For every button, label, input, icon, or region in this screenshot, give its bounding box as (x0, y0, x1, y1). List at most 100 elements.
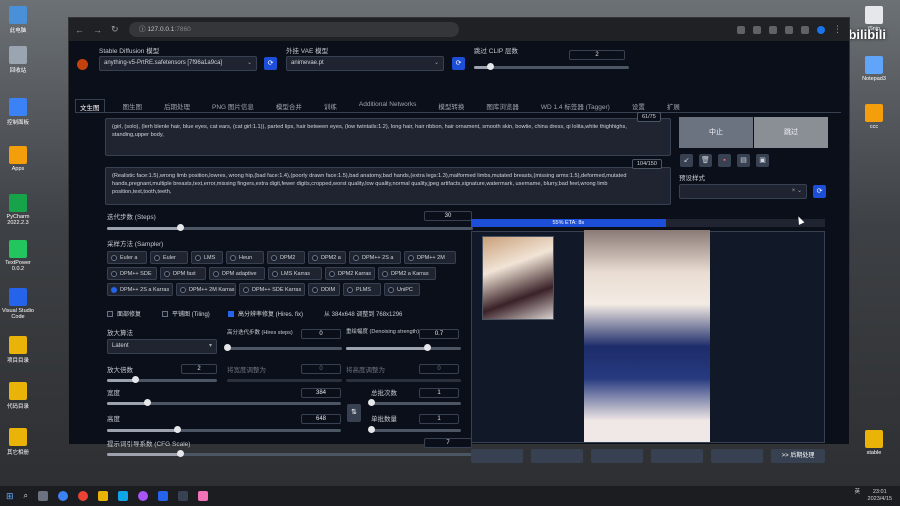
slider-knob[interactable] (368, 399, 375, 406)
radio-button[interactable] (271, 254, 277, 261)
sampler-option[interactable]: DDIM (308, 283, 340, 296)
radio-button[interactable] (111, 286, 117, 293)
tab-6[interactable]: Additional Networks (355, 99, 420, 112)
radio-button[interactable] (111, 270, 117, 277)
desktop-icon[interactable]: TextPower 0.0.2 (0, 240, 36, 272)
batch-count-slider[interactable] (368, 399, 461, 406)
face-restore-checkbox[interactable]: 面部修复 (107, 309, 141, 318)
extension-icon[interactable] (785, 25, 793, 34)
desktop-icon[interactable]: 代码目录 (0, 382, 36, 410)
slider-knob[interactable] (368, 426, 375, 433)
refresh-model-button[interactable]: ⟳ (264, 57, 277, 70)
preview-image[interactable] (584, 230, 710, 442)
tab-1[interactable]: 图生图 (119, 99, 147, 112)
extra-networks-icon[interactable]: ▪ (718, 154, 731, 167)
result-thumbnail[interactable] (482, 236, 554, 320)
slider-knob[interactable] (143, 399, 151, 406)
tab-5[interactable]: 训练 (320, 99, 341, 112)
sampler-option[interactable]: Euler a (107, 251, 147, 264)
steps-value[interactable]: 30 (424, 211, 472, 221)
back-icon[interactable]: ← (75, 25, 85, 35)
tab-10[interactable]: 设置 (628, 99, 649, 112)
skip-button[interactable]: 跳过 (754, 117, 828, 148)
app-icon[interactable] (178, 491, 189, 501)
radio-button[interactable] (382, 270, 388, 277)
chrome-icon[interactable] (78, 491, 89, 501)
tab-2[interactable]: 后期处理 (160, 99, 194, 112)
checkbox-box[interactable] (228, 310, 234, 317)
model-select[interactable]: anything-v5-PrtRE.safetensors [7f96a1a9c… (99, 56, 257, 71)
sampler-option[interactable]: DPM++ 2M (404, 251, 456, 264)
sampler-option[interactable]: PLMS (343, 283, 381, 296)
desktop-icon[interactable]: PyCharm 2022.2.3 (0, 194, 36, 226)
sampler-option[interactable]: LMS Karras (268, 267, 322, 280)
trash-icon[interactable]: 🗑 (699, 154, 712, 167)
height-slider[interactable] (107, 426, 341, 433)
extension-icon[interactable] (753, 25, 761, 34)
sampler-option[interactable]: DPM++ SDE (107, 267, 157, 280)
gallery-action-button[interactable] (651, 449, 703, 463)
hires-steps-slider[interactable] (224, 344, 342, 351)
denoise-value[interactable]: 0.7 (419, 329, 459, 339)
desktop-icon[interactable]: 项目目录 (0, 336, 36, 364)
read-params-icon[interactable]: ↙ (680, 154, 693, 167)
radio-button[interactable] (312, 254, 318, 261)
denoise-slider[interactable] (346, 344, 461, 351)
resize-height-slider[interactable] (346, 379, 461, 382)
save-style-icon[interactable]: ▣ (756, 154, 769, 167)
windows-start-icon[interactable]: ⊞ (6, 491, 14, 502)
radio-button[interactable] (164, 270, 170, 277)
clipboard-icon[interactable]: ▤ (737, 154, 750, 167)
cfg-value[interactable]: 7 (424, 438, 472, 448)
checkbox-box[interactable] (162, 310, 168, 317)
desktop-icon[interactable]: 其它相册 (0, 428, 36, 456)
sampler-option[interactable]: Heun (226, 251, 264, 264)
system-tray[interactable]: 英 23:01 2023/4/15 (854, 489, 892, 503)
cfg-slider[interactable] (107, 450, 473, 457)
hires-fix-checkbox[interactable]: 高分辨率修复 (Hires. fix) (228, 309, 303, 318)
app-icon[interactable] (198, 491, 209, 501)
desktop-icon[interactable]: Visual Studio Code (0, 288, 36, 320)
tab-3[interactable]: PNG 图片信息 (208, 99, 258, 112)
mail-icon[interactable] (118, 491, 129, 501)
desktop-icon[interactable]: stable (856, 430, 892, 456)
tab-4[interactable]: 模型合并 (272, 99, 306, 112)
radio-button[interactable] (353, 254, 359, 261)
sampler-option[interactable]: UniPC (384, 283, 420, 296)
resize-width-value[interactable]: 0 (301, 364, 341, 374)
vscode-icon[interactable] (158, 491, 169, 501)
radio-button[interactable] (388, 286, 394, 293)
search-icon[interactable]: ⌕ (24, 491, 28, 501)
apply-style-button[interactable]: ⟳ (813, 185, 826, 198)
menu-icon[interactable]: ⋮ (833, 24, 843, 35)
slider-knob[interactable] (177, 450, 185, 457)
sampler-option[interactable]: Euler (150, 251, 188, 264)
sampler-option[interactable]: LMS (191, 251, 223, 264)
address-bar[interactable]: ⓘ 127.0.0.1:7860 (129, 22, 459, 37)
style-select[interactable]: × ⌄ (679, 184, 807, 199)
radio-button[interactable] (312, 286, 318, 293)
input-language[interactable]: 英 (854, 489, 860, 495)
scale-slider[interactable] (107, 376, 217, 383)
clip-slider[interactable] (474, 63, 629, 70)
desktop-icon[interactable]: 回收站 (0, 46, 36, 74)
desktop-icon[interactable]: 此电脑 (0, 6, 36, 34)
tab-11[interactable]: 扩展 (663, 99, 684, 112)
desktop-icon[interactable]: Notepad3 (856, 56, 892, 82)
swap-icon[interactable]: ⇅ (347, 404, 361, 422)
radio-button[interactable] (329, 270, 335, 277)
slider-knob[interactable] (131, 376, 139, 383)
slider-knob[interactable] (224, 344, 231, 351)
batch-count-value[interactable]: 1 (419, 388, 459, 398)
height-value[interactable]: 648 (301, 414, 341, 424)
tab-8[interactable]: 图库浏览器 (482, 99, 523, 112)
edge-icon[interactable] (58, 491, 69, 501)
radio-button[interactable] (243, 286, 249, 293)
width-value[interactable]: 384 (301, 388, 341, 398)
slider-knob[interactable] (486, 63, 494, 70)
hires-steps-value[interactable]: 0 (301, 329, 341, 339)
sampler-option[interactable]: DPM2 a Karras (378, 267, 436, 280)
slider-knob[interactable] (177, 224, 185, 231)
vae-select[interactable]: animevae.pt ⌄ (286, 56, 444, 71)
settings-icon[interactable] (77, 59, 88, 70)
